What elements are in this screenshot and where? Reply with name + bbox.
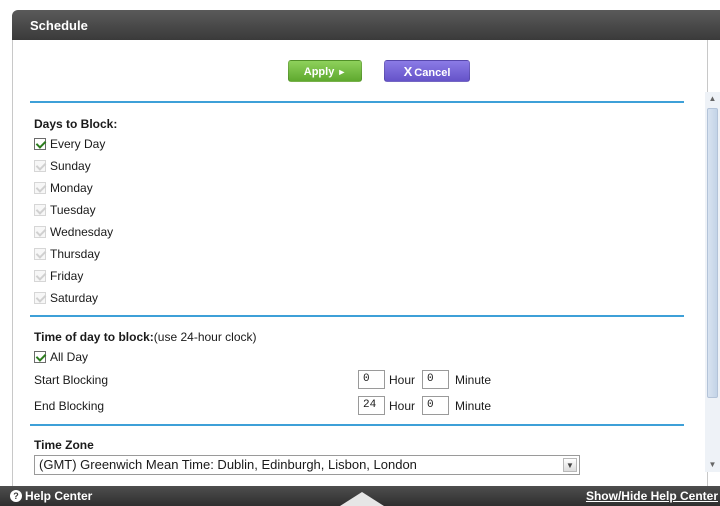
all-day-checkbox[interactable] bbox=[34, 351, 46, 363]
expand-help-tab[interactable] bbox=[340, 492, 384, 506]
day-checkbox-row-wednesday[interactable]: Wednesday bbox=[34, 225, 113, 239]
title-bar: Schedule bbox=[12, 10, 720, 40]
show-hide-help-center-link[interactable]: Show/Hide Help Center bbox=[586, 489, 718, 503]
day-checkbox-row-monday[interactable]: Monday bbox=[34, 181, 93, 195]
every-day-checkbox-row[interactable]: Every Day bbox=[34, 137, 105, 151]
help-icon: ? bbox=[10, 490, 22, 502]
apply-button[interactable]: Apply ► bbox=[288, 60, 362, 82]
scrollbar-thumb[interactable] bbox=[707, 108, 718, 398]
tuesday-checkbox[interactable] bbox=[34, 204, 46, 216]
saturday-checkbox[interactable] bbox=[34, 292, 46, 304]
time-zone-selected-value: (GMT) Greenwich Mean Time: Dublin, Edinb… bbox=[39, 457, 417, 472]
end-hour-unit: Hour bbox=[389, 399, 416, 413]
time-of-day-title: Time of day to block:(use 24-hour clock) bbox=[34, 330, 257, 344]
page-title: Schedule bbox=[30, 18, 88, 33]
start-hour-unit: Hour bbox=[389, 373, 416, 387]
content-frame bbox=[12, 40, 708, 486]
monday-label: Monday bbox=[50, 181, 93, 195]
day-checkbox-row-friday[interactable]: Friday bbox=[34, 269, 83, 283]
scroll-down-icon[interactable]: ▼ bbox=[707, 460, 718, 470]
help-center-label: Help Center bbox=[25, 489, 93, 503]
divider-top bbox=[30, 101, 684, 103]
time-zone-title: Time Zone bbox=[34, 438, 94, 452]
days-to-block-title: Days to Block: bbox=[34, 117, 118, 131]
saturday-label: Saturday bbox=[50, 291, 99, 305]
vertical-scrollbar[interactable]: ▲ ▼ bbox=[705, 92, 720, 472]
wednesday-checkbox[interactable] bbox=[34, 226, 46, 238]
thursday-checkbox[interactable] bbox=[34, 248, 46, 260]
cancel-button[interactable]: X Cancel bbox=[384, 60, 470, 82]
wednesday-label: Wednesday bbox=[50, 225, 114, 239]
sunday-label: Sunday bbox=[50, 159, 91, 173]
start-minute-input[interactable]: 0 bbox=[422, 370, 449, 389]
time-zone-select[interactable]: (GMT) Greenwich Mean Time: Dublin, Edinb… bbox=[34, 455, 580, 475]
friday-checkbox[interactable] bbox=[34, 270, 46, 282]
thursday-label: Thursday bbox=[50, 247, 101, 261]
monday-checkbox[interactable] bbox=[34, 182, 46, 194]
time-of-day-title-text: Time of day to block: bbox=[34, 330, 154, 344]
play-arrow-icon: ► bbox=[337, 67, 347, 77]
help-center-link[interactable]: ? Help Center bbox=[10, 489, 92, 503]
start-hour-input[interactable]: 0 bbox=[358, 370, 385, 389]
friday-label: Friday bbox=[50, 269, 84, 283]
end-hour-input[interactable]: 24 bbox=[358, 396, 385, 415]
all-day-label: All Day bbox=[50, 350, 89, 364]
divider-bottom bbox=[30, 424, 684, 426]
time-of-day-subtitle: (use 24-hour clock) bbox=[153, 330, 257, 344]
day-checkbox-row-thursday[interactable]: Thursday bbox=[34, 247, 100, 261]
every-day-checkbox[interactable] bbox=[34, 138, 46, 150]
day-checkbox-row-tuesday[interactable]: Tuesday bbox=[34, 203, 96, 217]
sunday-checkbox[interactable] bbox=[34, 160, 46, 172]
chevron-down-icon[interactable]: ▼ bbox=[563, 458, 577, 472]
end-blocking-label: End Blocking bbox=[34, 399, 105, 413]
every-day-label: Every Day bbox=[50, 137, 106, 151]
start-minute-unit: Minute bbox=[455, 373, 492, 387]
close-icon: X bbox=[403, 64, 413, 79]
scroll-up-icon[interactable]: ▲ bbox=[707, 94, 718, 104]
all-day-checkbox-row[interactable]: All Day bbox=[34, 350, 88, 364]
end-minute-unit: Minute bbox=[455, 399, 492, 413]
apply-label: Apply bbox=[303, 66, 335, 78]
day-checkbox-row-saturday[interactable]: Saturday bbox=[34, 291, 98, 305]
tuesday-label: Tuesday bbox=[50, 203, 96, 217]
day-checkbox-row-sunday[interactable]: Sunday bbox=[34, 159, 91, 173]
footer-bar: ? Help Center Show/Hide Help Center bbox=[0, 486, 720, 506]
start-blocking-label: Start Blocking bbox=[34, 373, 109, 387]
divider-middle bbox=[30, 315, 684, 317]
end-minute-input[interactable]: 0 bbox=[422, 396, 449, 415]
cancel-label: Cancel bbox=[414, 67, 451, 79]
